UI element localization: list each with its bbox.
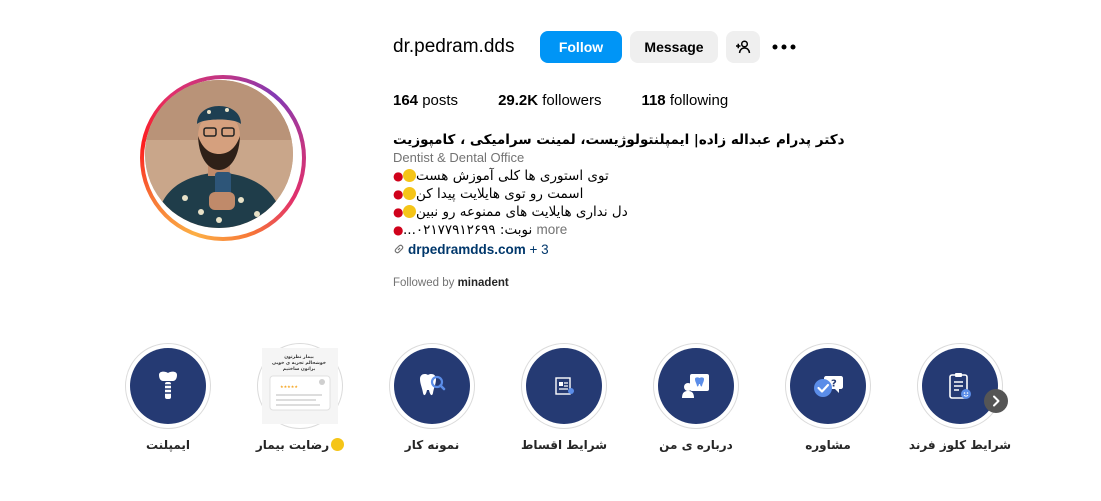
highlight-portfolio[interactable] [389, 343, 475, 429]
highlight-label: مشاوره [805, 438, 851, 452]
posts-count: 164 posts [393, 92, 458, 109]
suggested-users-button[interactable] [726, 31, 760, 63]
add-user-icon [736, 40, 751, 54]
following-label: following [669, 92, 729, 109]
posts-number: 164 [393, 92, 419, 109]
highlight-label: درباره ی من [659, 438, 733, 452]
pin-icon: ● [393, 223, 404, 237]
link-icon [394, 244, 404, 254]
followed-by-prefix: Followed by [393, 277, 455, 289]
highlight-label: شرایط اقساط [520, 438, 608, 452]
avatar[interactable] [145, 80, 293, 228]
highlight-close-friends[interactable] [917, 343, 1003, 429]
star-eyes-emoji-icon [403, 169, 416, 182]
highlight-label: شرایط کلوز فرند [908, 438, 1012, 452]
more-options-icon [772, 44, 796, 50]
review-thumb-subtitle2: براتون ساختیم [282, 367, 316, 372]
options-button[interactable] [769, 36, 799, 58]
bio-category: Dentist & Dental Office [393, 150, 525, 165]
highlight-cover: ? [790, 348, 866, 424]
about-me-icon [682, 374, 709, 398]
highlight-cover [394, 348, 470, 424]
following-link[interactable]: 118 following [641, 92, 728, 109]
followed-by[interactable]: Followed by minadent [393, 277, 509, 289]
highlight-about-me[interactable] [653, 343, 739, 429]
bio-more-link[interactable]: more [537, 222, 568, 237]
profile-username: dr.pedram.dds [393, 36, 515, 57]
followers-link[interactable]: 29.2K followers [498, 92, 601, 109]
bio-line-1-text: توی استوری ها کلی آموزش هست [416, 168, 609, 184]
message-button[interactable]: Message [630, 31, 718, 63]
profile-stats: 164 posts 29.2K followers 118 following [393, 92, 768, 109]
pin-icon: ● [393, 187, 404, 201]
grimace-emoji-icon [403, 205, 416, 218]
followers-number: 29.2K [498, 92, 539, 109]
bio-line-4-text: نوبت: ۰۲۱۷۷۹۱۲۶۹۹... [403, 222, 533, 238]
bio-line-2: ● اسمت رو توی هایلایت پیدا کن [393, 185, 813, 203]
follow-button[interactable]: Follow [540, 31, 622, 63]
tongue-emoji-icon [403, 187, 416, 200]
highlight-label-text: رضایت بیمار [255, 438, 330, 452]
bio-line-1: ● توی استوری ها کلی آموزش هست [393, 167, 813, 185]
highlight-cover [130, 348, 206, 424]
profile-bio: دکتر پدرام عبداله زاده| ایمپلنتولوژیست، … [393, 129, 845, 259]
highlight-cover [526, 348, 602, 424]
review-thumb-text: بیمار نظرتون خوشحالم تجربه ی خوبی براتون… [268, 355, 330, 373]
consult-chat-icon: ? [814, 376, 843, 397]
highlight-patient-review[interactable]: ★★★★★ بیمار نظرتون خوشحالم تجربه ی خوبی … [257, 343, 343, 429]
installment-icon [555, 377, 574, 395]
bio-line-3-text: دل نداری هایلایت های ممنوعه رو نبین [416, 204, 628, 220]
link-extra-count: + 3 [529, 242, 549, 257]
highlight-label: نمونه کار [404, 438, 460, 452]
pin-icon: ● [393, 205, 404, 219]
highlight-installments[interactable] [521, 343, 607, 429]
highlight-cover [658, 348, 734, 424]
implant-icon [159, 371, 177, 399]
followed-by-user: minadent [457, 277, 509, 289]
bio-line-2-text: اسمت رو توی هایلایت پیدا کن [416, 186, 584, 202]
chevron-right-icon [993, 395, 1000, 407]
clipboard-icon [949, 373, 971, 399]
followers-label: followers [542, 92, 602, 109]
tooth-search-icon [420, 374, 446, 396]
bio-line-3: ● دل نداری هایلایت های ممنوعه رو نبین [393, 203, 813, 221]
pin-icon: ● [393, 169, 404, 183]
bio-full-name: دکتر پدرام عبداله زاده| ایمپلنتولوژیست، … [393, 132, 845, 148]
svg-text:★★★★★: ★★★★★ [280, 384, 298, 389]
following-number: 118 [641, 92, 666, 109]
highlight-consultation[interactable]: ? [785, 343, 871, 429]
posts-label: posts [422, 92, 459, 109]
highlight-cover [922, 348, 998, 424]
highlights-next-button[interactable] [984, 389, 1008, 413]
star-eyes-emoji-icon [331, 438, 345, 451]
highlight-label: رضایت بیمار [240, 438, 360, 452]
bio-line-4: ●نوبت: ۰۲۱۷۷۹۱۲۶۹۹... more [393, 221, 813, 239]
link-text: drpedramdds.com [408, 242, 526, 257]
bio-website-link[interactable]: drpedramdds.com + 3 [393, 241, 813, 259]
avatar-photo-illustration [145, 80, 293, 228]
profile-avatar-ring[interactable] [140, 75, 306, 241]
highlight-label: ایمپلنت [145, 438, 191, 452]
highlight-implant[interactable] [125, 343, 211, 429]
